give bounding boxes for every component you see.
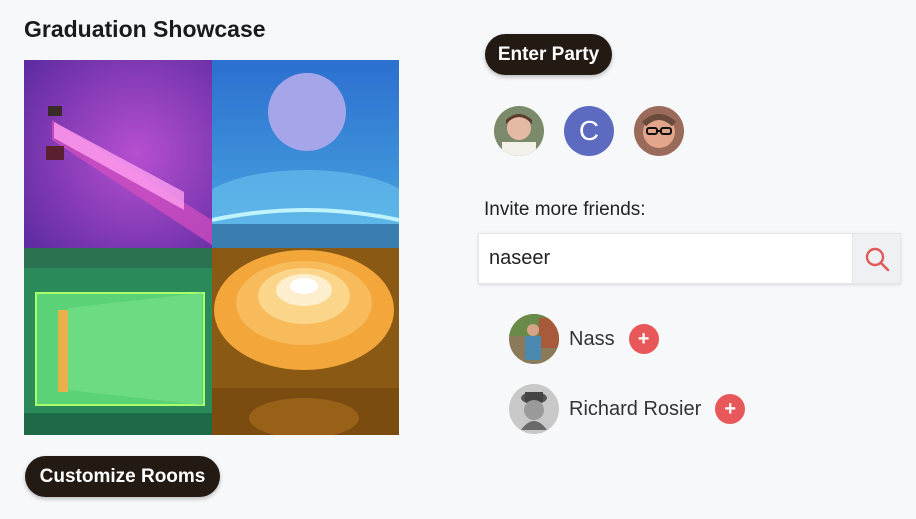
result-name: Nass [569,327,615,350]
friend-search-input[interactable] [478,233,852,284]
room-image-purple[interactable] [24,60,212,248]
page-title: Graduation Showcase [24,16,266,42]
search-icon [865,247,889,271]
add-friend-button[interactable]: + [628,324,659,354]
add-friend-button[interactable]: + [715,394,746,424]
search-button[interactable] [852,233,901,284]
friend-search [478,233,901,284]
result-avatar [509,314,559,364]
room-gallery [24,60,399,435]
customize-rooms-button[interactable]: Customize Rooms [25,456,220,497]
search-result-item: Nass + [509,314,659,364]
invite-label: Invite more friends: [484,199,646,220]
result-avatar [509,384,559,434]
member-avatar-1[interactable] [494,106,544,156]
room-image-orange[interactable] [212,248,399,435]
party-members: C [494,106,684,156]
member-avatar-letter[interactable]: C [564,106,614,156]
enter-party-button[interactable]: Enter Party [485,34,612,75]
result-name: Richard Rosier [569,397,702,420]
search-result-item: Richard Rosier + [509,384,746,434]
room-image-blue[interactable] [212,60,399,248]
member-avatar-3[interactable] [634,106,684,156]
room-image-green[interactable] [24,248,212,435]
avatar-initial: C [578,115,600,146]
